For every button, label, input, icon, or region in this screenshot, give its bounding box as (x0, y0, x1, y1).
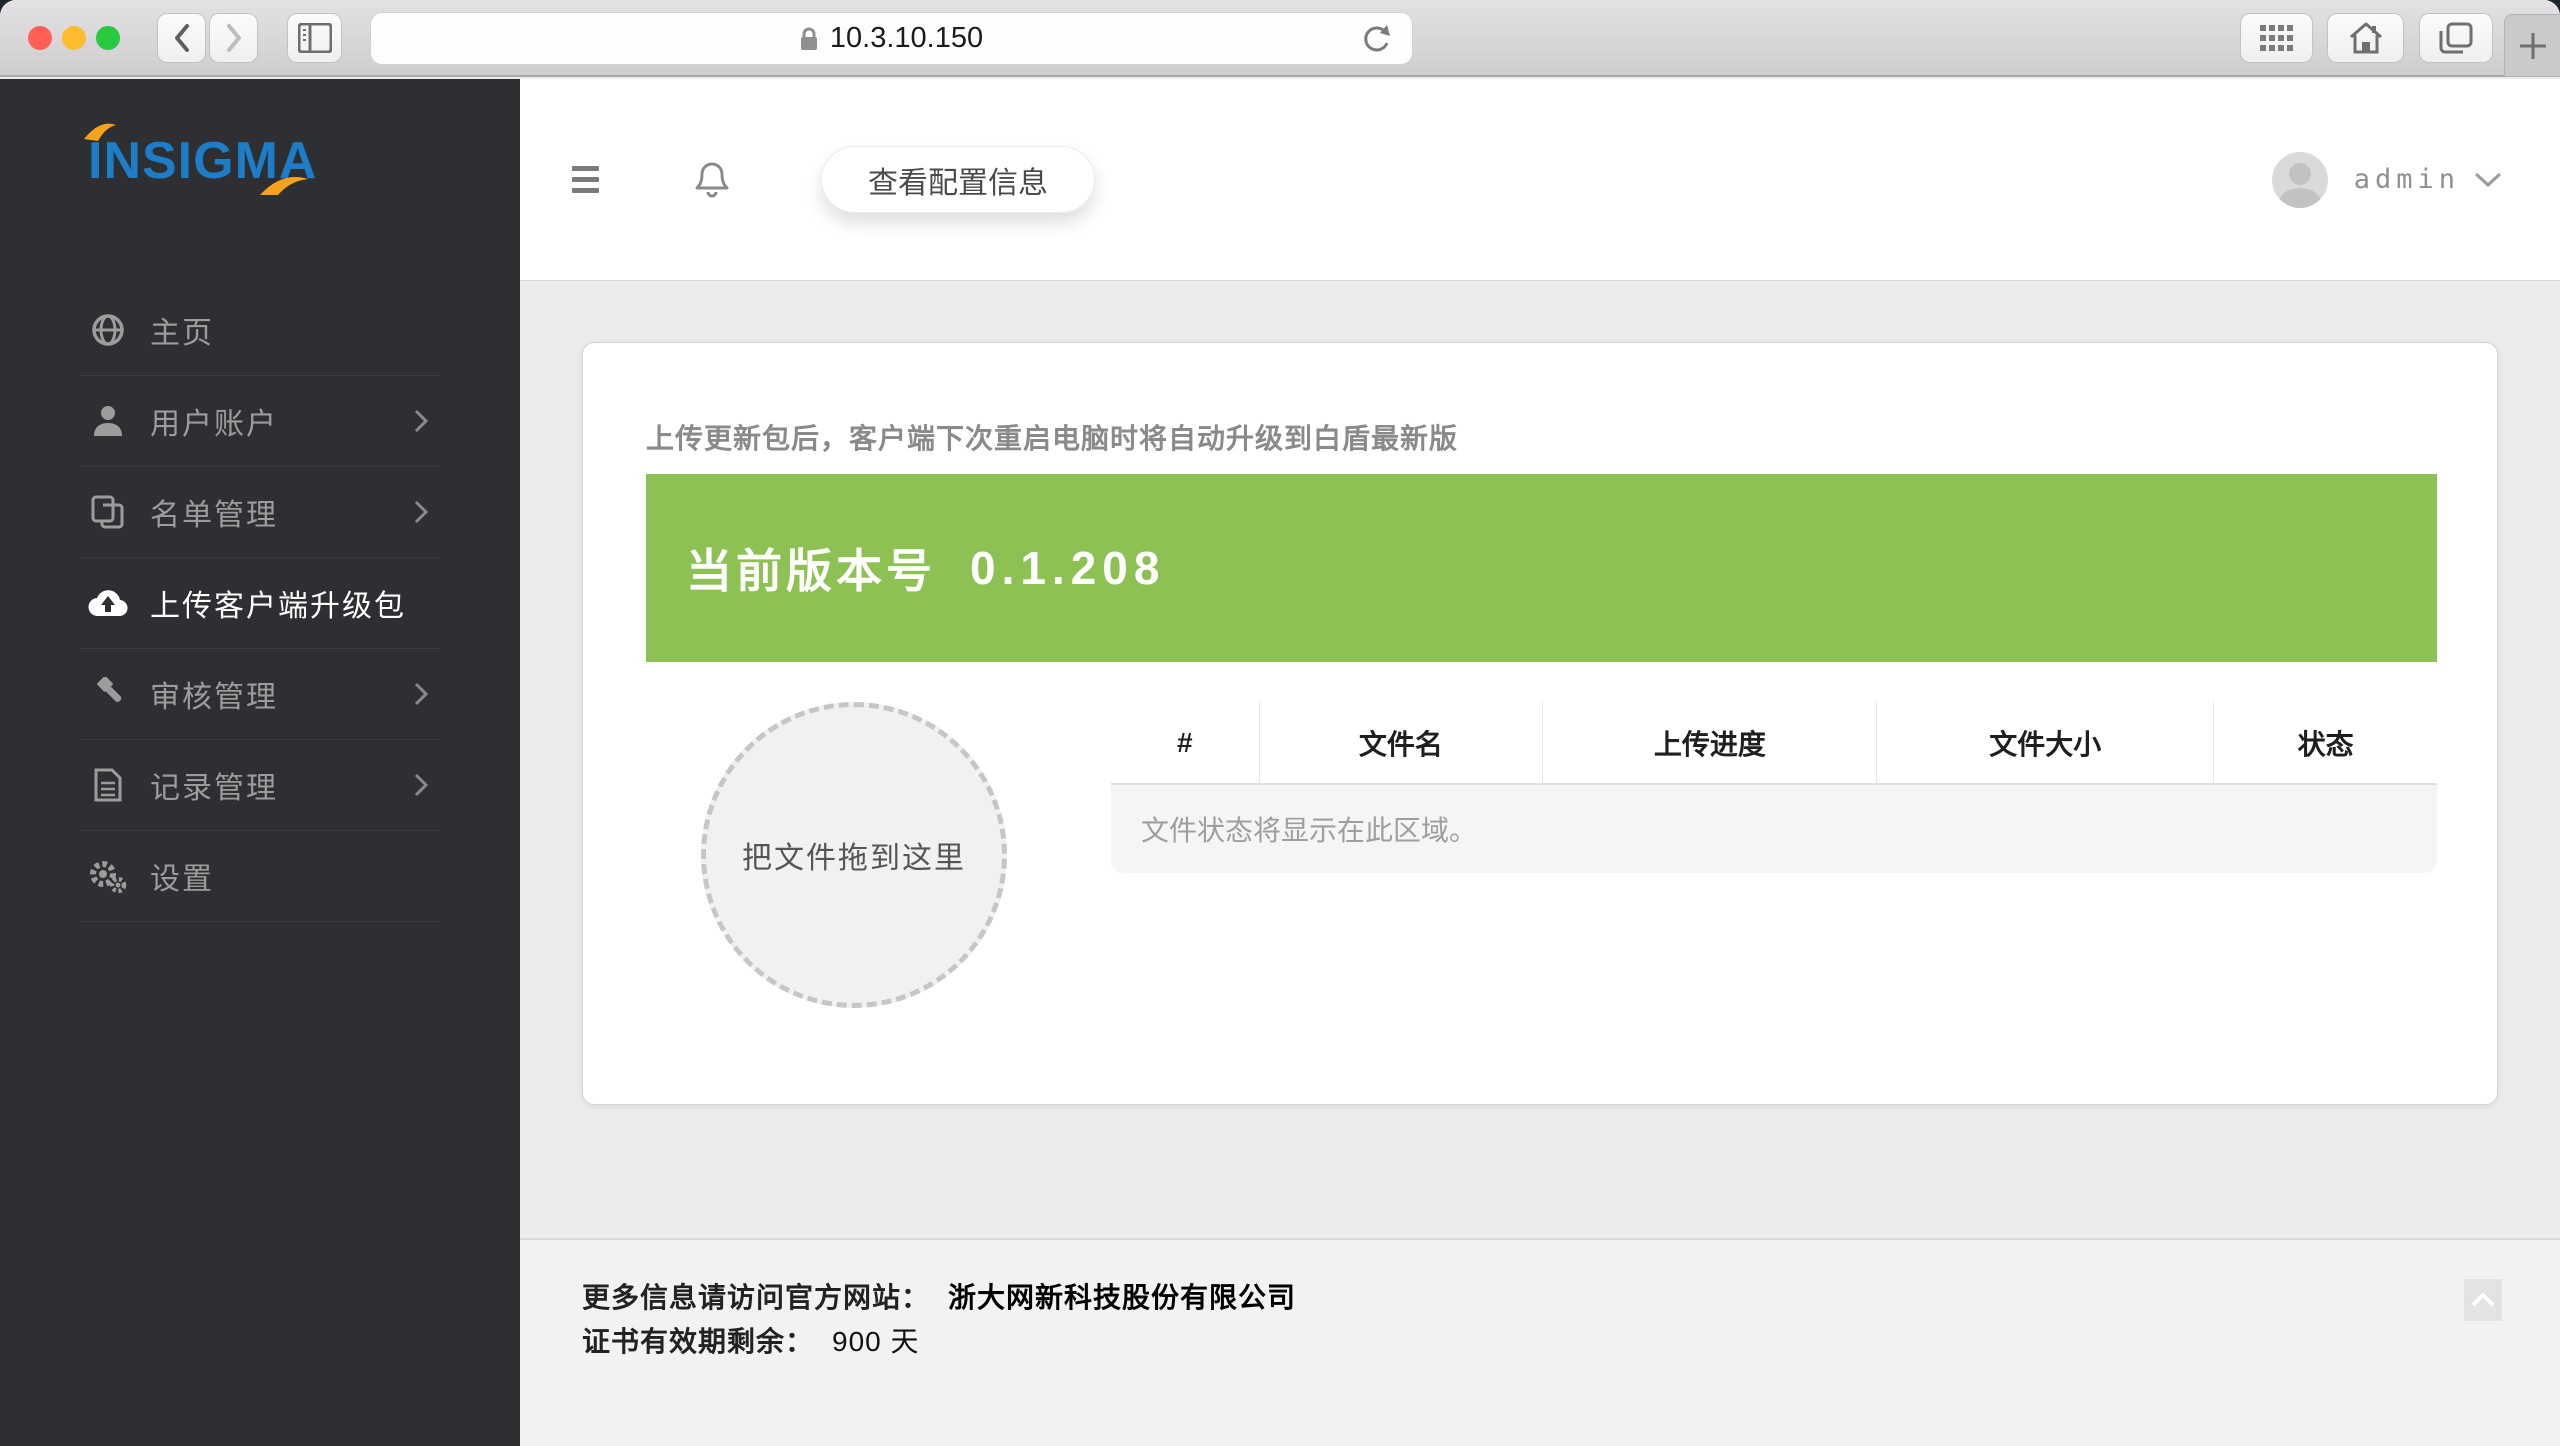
chevron-down-icon (2474, 172, 2502, 188)
home-button[interactable] (2327, 13, 2404, 63)
sidebar-item-label: 名单管理 (150, 490, 278, 534)
lock-icon (800, 27, 818, 51)
sidebar-item-settings[interactable]: 设置 (0, 831, 520, 921)
footer-cert-line: 证书有效期剩余： 900 天 (582, 1320, 2560, 1364)
cert-label: 证书有效期剩余： (582, 1326, 814, 1357)
user-icon (88, 404, 128, 438)
company-name: 浙大网新科技股份有限公司 (948, 1282, 1296, 1313)
footer: 更多信息请访问官方网站： 浙大网新科技股份有限公司 证书有效期剩余： 900 天 (520, 1238, 2560, 1446)
sidebar-item-list-management[interactable]: 名单管理 (0, 467, 520, 557)
chevron-up-icon (2471, 1293, 2495, 1307)
forward-button[interactable] (209, 13, 258, 63)
zoom-window-button[interactable] (96, 26, 120, 50)
reload-icon (1360, 23, 1392, 57)
grid-icon (2260, 25, 2294, 51)
topbar: 查看配置信息 admin (520, 79, 2560, 281)
upload-notice: 上传更新包后，客户端下次重启电脑时将自动升级到白盾最新版 (646, 417, 2437, 457)
person-icon (2272, 156, 2328, 208)
url-text: 10.3.10.150 (830, 22, 983, 55)
home-icon (2348, 22, 2384, 54)
user-menu[interactable]: admin (2272, 152, 2502, 208)
traffic-lights (28, 26, 120, 50)
sidebar-item-record-management[interactable]: 记录管理 (0, 740, 520, 830)
dropzone-label: 把文件拖到这里 (742, 833, 966, 877)
sidebar-item-upload-client-package[interactable]: 上传客户端升级包 (0, 558, 520, 648)
column-header-progress: 上传进度 (1543, 702, 1877, 783)
divider (80, 921, 440, 922)
column-header-filename: 文件名 (1260, 702, 1544, 783)
file-dropzone[interactable]: 把文件拖到这里 (701, 702, 1007, 1008)
tabs-icon (2439, 22, 2473, 54)
sidebar-item-label: 记录管理 (150, 763, 278, 807)
scroll-to-top-button[interactable] (2464, 1279, 2502, 1321)
sidebar-item-label: 上传客户端升级包 (150, 581, 406, 625)
column-header-status: 状态 (2214, 702, 2437, 783)
insigma-logo: INSIGMA (88, 131, 328, 193)
column-header-filesize: 文件大小 (1877, 702, 2214, 783)
address-bar[interactable]: 10.3.10.150 (370, 12, 1413, 65)
upload-row: 把文件拖到这里 # 文件名 上传进度 文件大小 状态 文件状态将 (646, 702, 2437, 1008)
close-window-button[interactable] (28, 26, 52, 50)
version-number: 0.1.208 (970, 541, 1165, 595)
main-region: 上传更新包后，客户端下次重启电脑时将自动升级到白盾最新版 当前版本号 0.1.2… (520, 281, 2560, 1238)
table-empty-row: 文件状态将显示在此区域。 (1111, 785, 2437, 873)
reload-button[interactable] (1360, 23, 1392, 57)
chevron-right-icon (224, 22, 244, 54)
sidebar-toggle-button[interactable] (287, 13, 342, 63)
sidebar-menu: 主页 用户账户 (0, 285, 520, 922)
cloud-upload-icon (88, 588, 128, 618)
footer-website-line: 更多信息请访问官方网站： 浙大网新科技股份有限公司 (582, 1276, 2560, 1320)
content-column: 查看配置信息 admin 上 (520, 79, 2560, 1446)
plus-icon (2518, 31, 2548, 61)
sidebar-item-label: 主页 (150, 308, 214, 352)
username: admin (2354, 164, 2460, 195)
bell-icon (695, 161, 729, 199)
website-label: 更多信息请访问官方网站： (582, 1282, 930, 1313)
gavel-icon (88, 677, 128, 711)
file-icon (88, 768, 128, 802)
logo-swoosh-icon (256, 169, 312, 197)
chevron-right-icon (414, 682, 428, 706)
chevron-right-icon (414, 500, 428, 524)
upload-card: 上传更新包后，客户端下次重启电脑时将自动升级到白盾最新版 当前版本号 0.1.2… (582, 342, 2498, 1105)
table-header-row: # 文件名 上传进度 文件大小 状态 (1111, 702, 2437, 785)
upload-table: # 文件名 上传进度 文件大小 状态 文件状态将显示在此区域。 (1111, 702, 2437, 873)
back-button[interactable] (157, 13, 206, 63)
version-banner: 当前版本号 0.1.208 (646, 474, 2437, 662)
menu-toggle-button[interactable] (572, 166, 599, 193)
logo-swoosh-icon (82, 117, 134, 143)
sidebar-item-label: 审核管理 (150, 672, 278, 716)
app-frame: INSIGMA 主页 (0, 79, 2560, 1446)
tab-overview-button[interactable] (2240, 13, 2313, 63)
notifications-button[interactable] (695, 161, 729, 199)
version-label: 当前版本号 (686, 535, 936, 601)
minimize-window-button[interactable] (62, 26, 86, 50)
sidebar-icon (298, 23, 332, 53)
table-empty-text: 文件状态将显示在此区域。 (1141, 809, 1477, 849)
sidebar-item-user-accounts[interactable]: 用户账户 (0, 376, 520, 466)
avatar (2272, 152, 2328, 208)
browser-toolbar: 10.3.10.150 (0, 0, 2560, 77)
chevron-right-icon (414, 409, 428, 433)
sidebar-item-home[interactable]: 主页 (0, 285, 520, 375)
chevron-left-icon (172, 22, 192, 54)
view-config-label: 查看配置信息 (868, 158, 1048, 202)
sidebar-item-label: 用户账户 (150, 399, 278, 443)
globe-icon (88, 313, 128, 347)
new-tab-button[interactable] (2504, 14, 2560, 77)
sidebar-item-label: 设置 (150, 854, 214, 898)
column-header-index: # (1111, 702, 1260, 783)
chevron-right-icon (414, 773, 428, 797)
show-tabs-button[interactable] (2419, 13, 2493, 63)
gears-icon (88, 859, 128, 893)
browser-window: 10.3.10.150 (0, 0, 2560, 1446)
view-config-button[interactable]: 查看配置信息 (821, 146, 1095, 213)
sidebar: INSIGMA 主页 (0, 79, 520, 1446)
copy-icon (88, 495, 128, 529)
sidebar-item-review-management[interactable]: 审核管理 (0, 649, 520, 739)
cert-days: 900 天 (832, 1326, 920, 1357)
